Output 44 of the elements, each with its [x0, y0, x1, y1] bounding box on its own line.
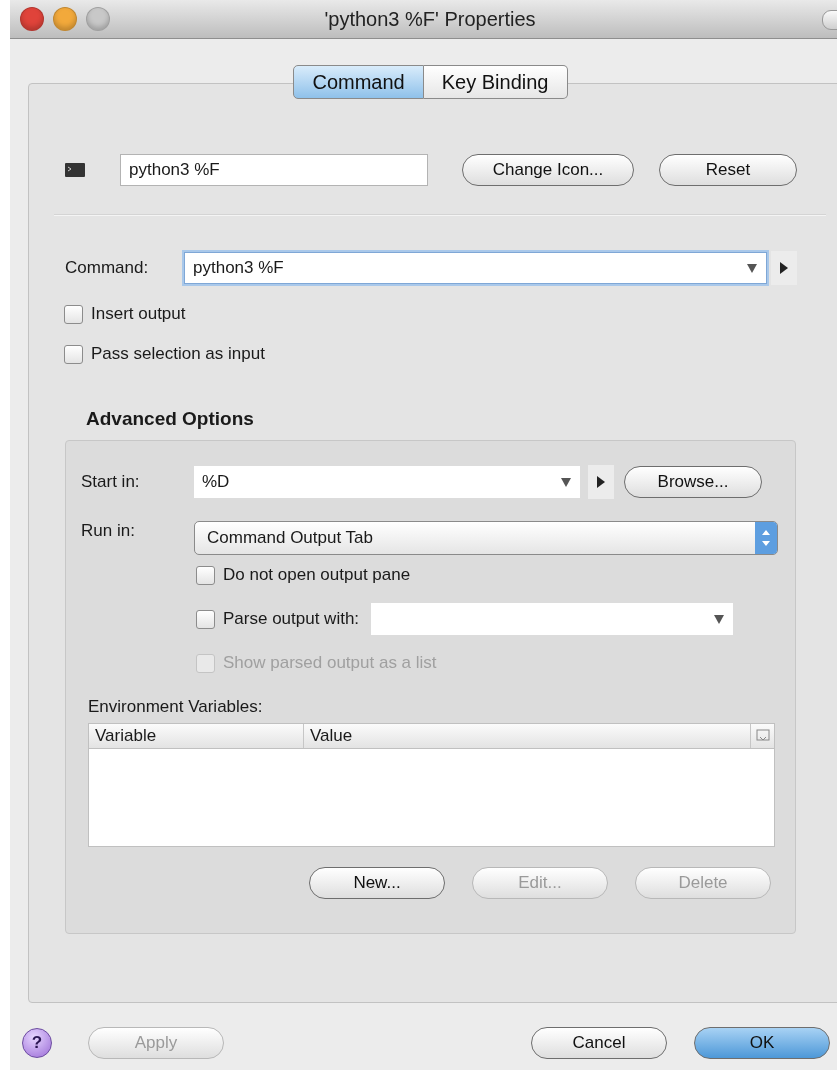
- dropdown-arrow-icon[interactable]: [746, 262, 758, 274]
- button[interactable]: OK: [694, 1027, 830, 1059]
- button[interactable]: Browse...: [624, 466, 762, 498]
- checkbox[interactable]: [64, 304, 83, 324]
- button[interactable]: New...: [309, 867, 445, 899]
- button[interactable]: Cancel: [531, 1027, 667, 1059]
- window-title: 'python3 %F' Properties: [324, 7, 536, 31]
- checkbox-label: Parse output with:: [223, 609, 360, 629]
- checkbox[interactable]: [64, 344, 83, 364]
- start-in-combo-field[interactable]: %D: [194, 466, 580, 498]
- dropdown-arrow-icon[interactable]: [713, 613, 726, 625]
- menu-arrow-button[interactable]: [588, 465, 614, 499]
- column-options-icon[interactable]: [756, 729, 770, 743]
- terminal-icon: [65, 163, 85, 177]
- run-in-popup[interactable]: Command Output Tab: [194, 521, 778, 555]
- parser-combo-field[interactable]: [371, 603, 734, 635]
- checkbox[interactable]: [196, 565, 215, 585]
- right-arrow-icon: [597, 476, 605, 488]
- checkbox-label: Do not open output pane: [223, 565, 411, 585]
- section-title: Advanced Options: [86, 408, 255, 430]
- checkbox-label: Insert output: [91, 304, 186, 324]
- command-combo-field[interactable]: python3 %F: [184, 252, 767, 284]
- button[interactable]: Reset: [659, 154, 797, 186]
- name-field[interactable]: python3 %F: [120, 154, 428, 186]
- command-label: Command:: [65, 258, 150, 278]
- start-in-label: Start in:: [81, 472, 141, 492]
- env-variables-label: Environment Variables:: [88, 697, 264, 717]
- tab[interactable]: Command: [293, 65, 424, 99]
- right-arrow-icon: [780, 262, 788, 274]
- zoom-button[interactable]: [86, 7, 110, 31]
- checkbox[interactable]: [196, 609, 215, 629]
- run-in-label: Run in:: [81, 521, 136, 541]
- help-button[interactable]: ?: [22, 1028, 52, 1058]
- column-header[interactable]: Value: [304, 724, 751, 748]
- stepper-icon: [755, 522, 777, 554]
- minimize-button[interactable]: [53, 7, 77, 31]
- button[interactable]: Change Icon...: [462, 154, 634, 186]
- close-button[interactable]: [20, 7, 44, 31]
- menu-arrow-button[interactable]: [771, 251, 797, 285]
- tab[interactable]: Key Binding: [423, 65, 568, 99]
- column-header[interactable]: Variable: [89, 724, 304, 748]
- checkbox-label: Pass selection as input: [91, 344, 265, 364]
- dropdown-arrow-icon[interactable]: [560, 476, 572, 488]
- checkbox-label: Show parsed output as a list: [223, 653, 437, 673]
